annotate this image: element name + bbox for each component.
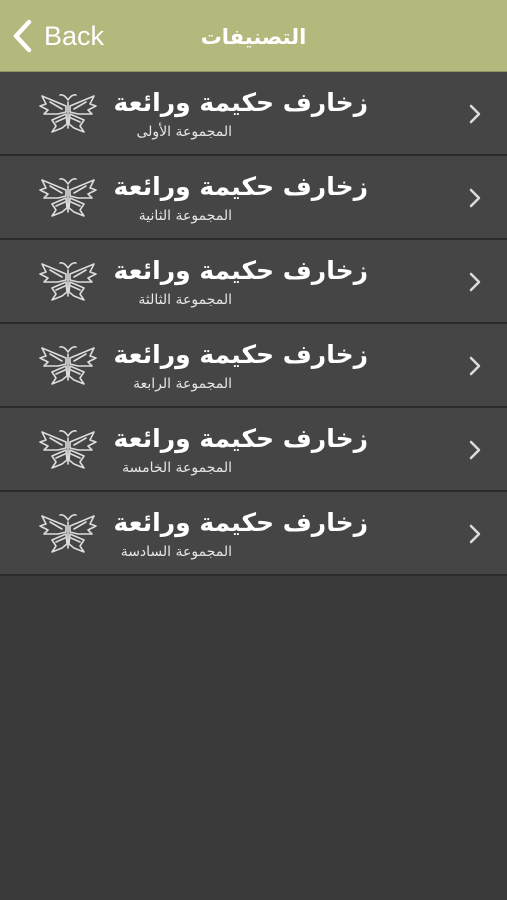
list-item-subtitle: المجموعة الأولى — [136, 124, 233, 140]
butterfly-icon — [39, 94, 97, 133]
list-item[interactable]: زخارف حكيمة ورائعة المجموعة الثانية — [0, 156, 507, 240]
chevron-right-icon — [469, 188, 481, 208]
list-item-title: زخارف حكيمة ورائعة — [113, 508, 368, 537]
list-item-subtitle: المجموعة الرابعة — [133, 376, 232, 392]
list-item[interactable]: زخارف حكيمة ورائعة المجموعة الأولى — [0, 72, 507, 156]
page-title: التصنيفات — [200, 25, 307, 49]
butterfly-icon — [39, 262, 97, 301]
chevron-right-icon — [469, 104, 481, 124]
list-item-title: زخارف حكيمة ورائعة — [113, 172, 368, 201]
list-item-title: زخارف حكيمة ورائعة — [113, 340, 368, 369]
list-item[interactable]: زخارف حكيمة ورائعة المجموعة الخامسة — [0, 408, 507, 492]
list-item-title: زخارف حكيمة ورائعة — [113, 88, 368, 117]
navigation-bar: Back التصنيفات — [0, 0, 507, 72]
app-screen: Back التصنيفات زخارف حكيمة ورائعة المجمو… — [0, 0, 507, 900]
list-item-subtitle: المجموعة الخامسة — [122, 460, 232, 476]
butterfly-icon — [39, 430, 97, 469]
chevron-right-icon — [469, 524, 481, 544]
chevron-right-icon — [469, 356, 481, 376]
chevron-right-icon — [469, 272, 481, 292]
butterfly-icon — [39, 514, 97, 553]
list-item-title: زخارف حكيمة ورائعة — [113, 424, 368, 453]
list-item-subtitle: المجموعة الثانية — [138, 208, 232, 224]
list-item[interactable]: زخارف حكيمة ورائعة المجموعة السادسة — [0, 492, 507, 576]
chevron-right-icon — [469, 440, 481, 460]
list-item[interactable]: زخارف حكيمة ورائعة المجموعة الثالثة — [0, 240, 507, 324]
list-item-subtitle: المجموعة الثالثة — [138, 292, 232, 308]
butterfly-icon — [39, 178, 97, 217]
list-item[interactable]: زخارف حكيمة ورائعة المجموعة الرابعة — [0, 324, 507, 408]
list-item-title: زخارف حكيمة ورائعة — [113, 256, 368, 285]
list-item-subtitle: المجموعة السادسة — [120, 544, 232, 560]
category-list: زخارف حكيمة ورائعة المجموعة الأولى زخارف… — [0, 72, 507, 576]
butterfly-icon — [39, 346, 97, 385]
